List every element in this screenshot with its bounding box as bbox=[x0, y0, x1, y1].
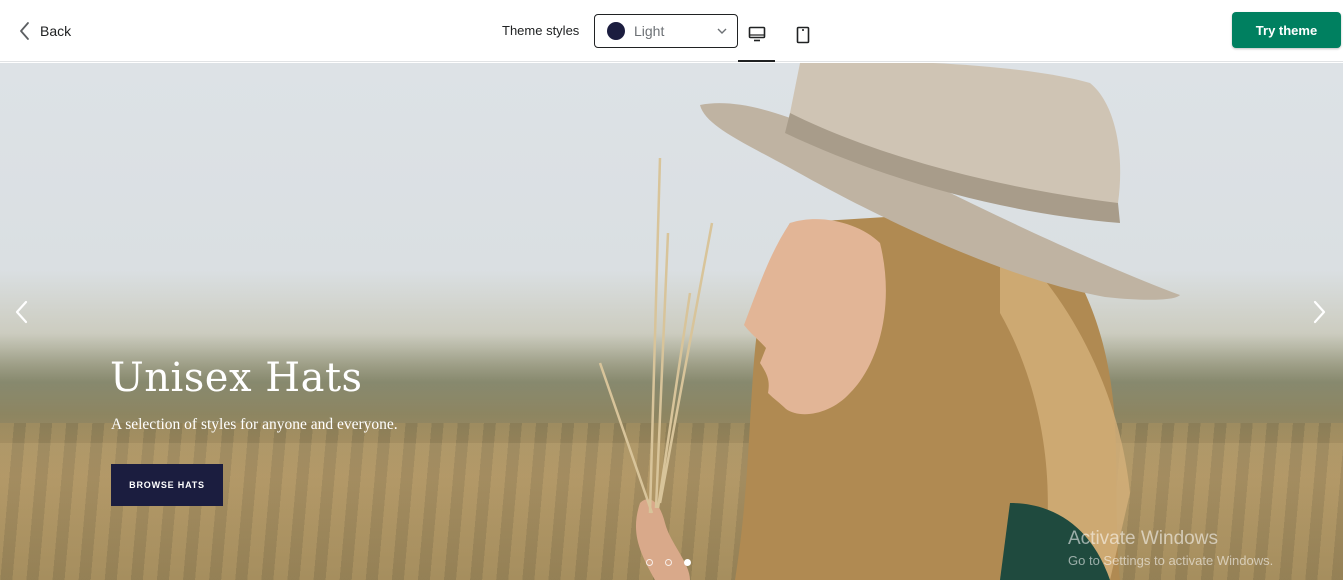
activate-windows-watermark: Activate Windows Go to Settings to activ… bbox=[1068, 528, 1273, 568]
back-button[interactable]: Back bbox=[18, 16, 71, 46]
mobile-icon bbox=[796, 26, 809, 44]
chevron-down-icon bbox=[717, 28, 727, 34]
slide-indicators bbox=[646, 559, 691, 566]
back-label: Back bbox=[40, 23, 72, 39]
watermark-subtitle: Go to Settings to activate Windows. bbox=[1068, 553, 1274, 568]
hero-slideshow: Unisex Hats A selection of styles for an… bbox=[0, 63, 1343, 580]
desktop-view-button[interactable] bbox=[738, 14, 775, 62]
previous-slide-button[interactable] bbox=[6, 297, 36, 327]
preview-top-bar: Back Theme styles Light Try theme bbox=[0, 0, 1343, 62]
theme-styles-label: Theme styles bbox=[502, 23, 580, 38]
slide-dot-3[interactable] bbox=[684, 559, 691, 566]
next-slide-button[interactable] bbox=[1305, 297, 1335, 327]
chevron-left-icon bbox=[20, 22, 29, 40]
desktop-icon bbox=[748, 26, 765, 42]
color-swatch bbox=[607, 22, 625, 40]
slide-dot-1[interactable] bbox=[646, 559, 653, 566]
watermark-title: Activate Windows bbox=[1068, 528, 1218, 549]
theme-style-select[interactable]: Light bbox=[594, 14, 738, 48]
hero-title: Unisex Hats bbox=[110, 355, 363, 401]
chevron-right-icon bbox=[1313, 300, 1326, 324]
hero-subtitle: A selection of styles for anyone and eve… bbox=[111, 416, 398, 433]
slide-dot-2[interactable] bbox=[665, 559, 672, 566]
theme-style-value: Light bbox=[634, 23, 665, 39]
chevron-left-icon bbox=[15, 300, 28, 324]
browse-hats-button[interactable]: BROWSE HATS bbox=[111, 464, 223, 506]
try-theme-button[interactable]: Try theme bbox=[1232, 12, 1341, 48]
mobile-view-button[interactable] bbox=[784, 14, 821, 62]
